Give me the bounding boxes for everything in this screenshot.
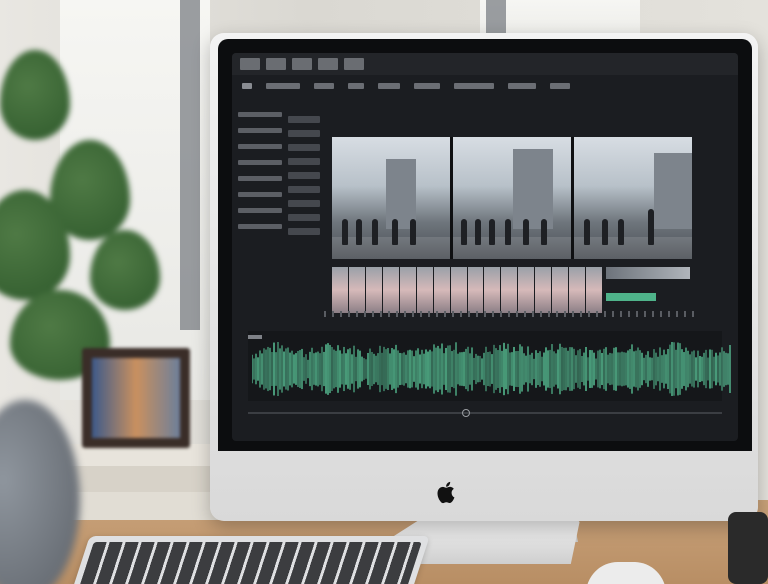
panel-row[interactable] <box>238 160 282 165</box>
editor-menubar <box>232 77 738 95</box>
preview-frame <box>332 137 450 259</box>
video-clip[interactable] <box>606 267 690 279</box>
audio-clip[interactable] <box>606 293 656 301</box>
menu-item[interactable] <box>508 83 536 89</box>
menu-item[interactable] <box>348 83 364 89</box>
plant-pot <box>728 512 768 584</box>
media-item[interactable] <box>288 116 320 123</box>
track-label <box>248 335 262 339</box>
preview-frame <box>574 137 692 259</box>
panel-row[interactable] <box>238 144 282 149</box>
photo-frame <box>82 348 190 448</box>
media-item[interactable] <box>288 144 320 151</box>
panel-row[interactable] <box>238 176 282 181</box>
tab-thumbnail[interactable] <box>266 58 286 70</box>
media-item[interactable] <box>288 158 320 165</box>
playback-strip <box>248 407 722 419</box>
effects-panel <box>238 101 282 291</box>
media-item[interactable] <box>288 214 320 221</box>
tab-thumbnail[interactable] <box>292 58 312 70</box>
photo-scene <box>0 0 768 584</box>
preview-frame <box>453 137 571 259</box>
media-item[interactable] <box>288 172 320 179</box>
audio-waveform <box>252 341 731 397</box>
scrub-bar[interactable] <box>248 412 722 414</box>
tab-thumbnail[interactable] <box>240 58 260 70</box>
panel-row[interactable] <box>238 192 282 197</box>
video-editor-screen <box>232 53 738 441</box>
tool-icon[interactable] <box>242 83 252 89</box>
preview-viewer[interactable] <box>332 137 692 259</box>
media-item[interactable] <box>288 130 320 137</box>
menu-item[interactable] <box>550 83 570 89</box>
media-item[interactable] <box>288 186 320 193</box>
monitor <box>210 33 758 521</box>
panel-row[interactable] <box>238 128 282 133</box>
audio-waveform-panel[interactable] <box>248 331 731 401</box>
panel-row[interactable] <box>238 224 282 229</box>
menu-item[interactable] <box>266 83 300 89</box>
media-item[interactable] <box>288 228 320 235</box>
play-icon[interactable] <box>462 409 470 417</box>
panel-row[interactable] <box>238 208 282 213</box>
tab-thumbnail[interactable] <box>344 58 364 70</box>
video-track[interactable] <box>332 267 602 313</box>
menu-item[interactable] <box>414 83 440 89</box>
apple-logo-icon <box>436 479 458 505</box>
media-panel <box>288 109 320 289</box>
tab-thumbnail[interactable] <box>318 58 338 70</box>
potted-plant <box>0 30 210 390</box>
menu-item[interactable] <box>378 83 400 89</box>
editor-topbar <box>232 53 738 75</box>
panel-row[interactable] <box>238 112 282 117</box>
monitor-bezel <box>218 39 752 451</box>
menu-item[interactable] <box>454 83 494 89</box>
keyboard <box>70 536 430 584</box>
timeline-ruler[interactable] <box>324 311 694 317</box>
monitor-chin <box>210 451 758 521</box>
menu-item[interactable] <box>314 83 334 89</box>
media-item[interactable] <box>288 200 320 207</box>
video-timeline[interactable] <box>324 263 694 317</box>
